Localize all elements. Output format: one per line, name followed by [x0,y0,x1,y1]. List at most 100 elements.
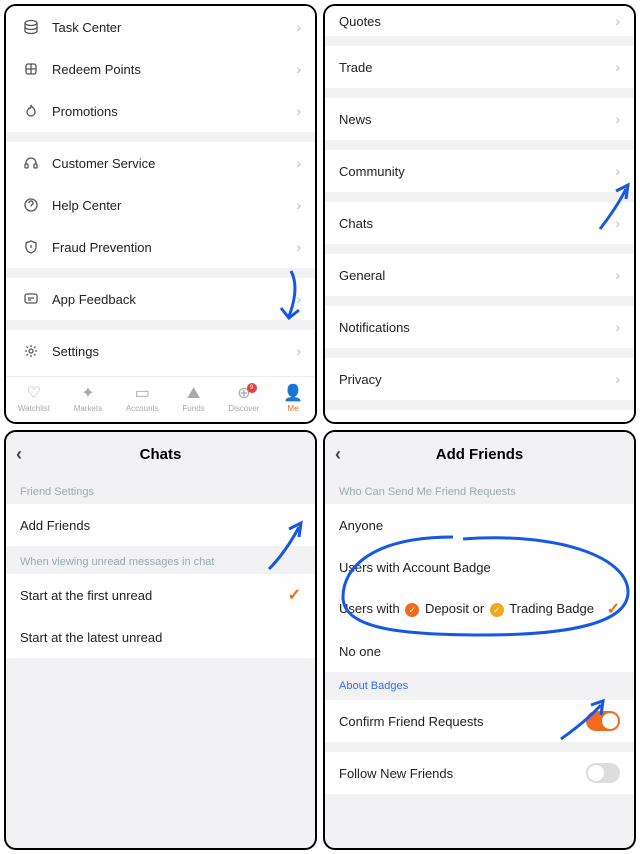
row-label: Start at the first unread [20,588,288,603]
gear-icon [20,343,42,359]
row-settings[interactable]: Settings › [6,330,315,372]
row-label: Redeem Points [52,62,296,77]
row-label: Anyone [339,518,620,533]
check-icon: ✓ [607,599,620,619]
tab-accounts[interactable]: ▭Accounts [126,386,159,413]
row-no-one[interactable]: No one [325,630,634,672]
row-trade[interactable]: Trade› [325,46,634,88]
notification-badge: 9 [247,383,257,393]
tab-label: Discover [228,404,259,413]
row-notifications[interactable]: Notifications› [325,306,634,348]
row-start-latest-unread[interactable]: Start at the latest unread [6,616,315,658]
row-label: Community [339,164,615,179]
row-label: Start at the latest unread [20,630,301,645]
chevron-right-icon: › [296,239,301,255]
link-about-badges[interactable]: About Badges [325,672,634,700]
row-label: Help Center [52,198,296,213]
chevron-right-icon: › [296,61,301,77]
row-confirm-requests[interactable]: Confirm Friend Requests [325,700,634,742]
section-who-can-send: Who Can Send Me Friend Requests [325,476,634,504]
chart-icon: ⛰ [187,386,200,402]
bottom-tabbar: ♡ Watchlist ✦ Markets ▭Accounts ⛰Funds ⊕9 D… [6,376,315,422]
row-about[interactable]: About› [325,410,634,424]
row-label: Users with Account Badge [339,560,620,575]
chevron-right-icon: › [296,197,301,213]
row-general[interactable]: General› [325,254,634,296]
database-icon [20,19,42,35]
chevron-right-icon: › [615,371,620,387]
row-deposit-trading-badge[interactable]: Users with ✓ Deposit or ✓ Trading Badge … [325,588,634,630]
row-community[interactable]: Community› [325,150,634,192]
panel-chats: ‹ Chats Friend Settings Add Friends › Wh… [4,430,317,850]
row-label: Confirm Friend Requests [339,714,586,729]
row-label: Trade [339,60,615,75]
row-anyone[interactable]: Anyone [325,504,634,546]
row-app-feedback[interactable]: App Feedback › [6,278,315,320]
row-fraud-prevention[interactable]: Fraud Prevention › [6,226,315,268]
row-quotes[interactable]: Quotes› [325,6,634,36]
back-button[interactable]: ‹ [16,444,22,465]
chevron-right-icon: › [296,343,301,359]
tab-label: Markets [74,404,102,413]
chevron-right-icon: › [615,423,620,424]
headset-icon [20,155,42,171]
row-label: Follow New Friends [339,766,586,781]
row-label: News [339,112,615,127]
deposit-badge-icon: ✓ [405,603,419,617]
question-icon [20,197,42,213]
row-label: Privacy [339,372,615,387]
row-label: General [339,268,615,283]
tab-markets[interactable]: ✦ Markets [74,386,102,413]
row-customer-service[interactable]: Customer Service › [6,142,315,184]
row-label: Quotes [339,14,615,29]
gift-icon [20,61,42,77]
row-privacy[interactable]: Privacy› [325,358,634,400]
tab-funds[interactable]: ⛰Funds [182,386,204,413]
chevron-right-icon: › [615,319,620,335]
row-add-friends[interactable]: Add Friends › [6,504,315,546]
tab-me[interactable]: 👤 Me [283,386,303,413]
row-chats[interactable]: Chats› [325,202,634,244]
chevron-right-icon: › [615,59,620,75]
chevron-right-icon: › [615,215,620,231]
row-redeem-points[interactable]: Redeem Points › [6,48,315,90]
back-button[interactable]: ‹ [335,444,341,465]
fire-icon [20,103,42,119]
row-label: Settings [52,344,296,359]
tab-label: Accounts [126,404,159,413]
toggle-confirm[interactable] [586,711,620,731]
row-follow-new-friends[interactable]: Follow New Friends [325,752,634,794]
row-label: Fraud Prevention [52,240,296,255]
person-icon: 👤 [283,386,303,402]
row-help-center[interactable]: Help Center › [6,184,315,226]
compass-icon: ⊕9 [237,386,250,402]
panel-add-friends: ‹ Add Friends Who Can Send Me Friend Req… [323,430,636,850]
row-label: About [339,424,615,425]
tab-label: Me [288,404,299,413]
row-label: Promotions [52,104,296,119]
row-task-center[interactable]: Task Center › [6,6,315,48]
feedback-icon [20,291,42,307]
chevron-right-icon: › [296,517,301,533]
row-news[interactable]: News› [325,98,634,140]
tab-watchlist[interactable]: ♡ Watchlist [18,386,50,413]
row-label: No one [339,644,620,659]
row-promotions[interactable]: Promotions › [6,90,315,132]
planet-icon: ✦ [81,386,94,402]
header: ‹ Add Friends [325,432,634,476]
row-label: Customer Service [52,156,296,171]
tab-discover[interactable]: ⊕9 Discover [228,386,259,413]
row-label: Chats [339,216,615,231]
page-title: Chats [140,446,182,463]
chevron-right-icon: › [615,13,620,29]
row-label: App Feedback [52,292,296,307]
row-account-badge[interactable]: Users with Account Badge [325,546,634,588]
chevron-right-icon: › [615,111,620,127]
row-start-first-unread[interactable]: Start at the first unread ✓ [6,574,315,616]
section-friend-settings: Friend Settings [6,476,315,504]
chevron-right-icon: › [615,163,620,179]
page-title: Add Friends [436,446,524,463]
tab-label: Watchlist [18,404,50,413]
heart-icon: ♡ [27,386,41,402]
toggle-follow[interactable] [586,763,620,783]
